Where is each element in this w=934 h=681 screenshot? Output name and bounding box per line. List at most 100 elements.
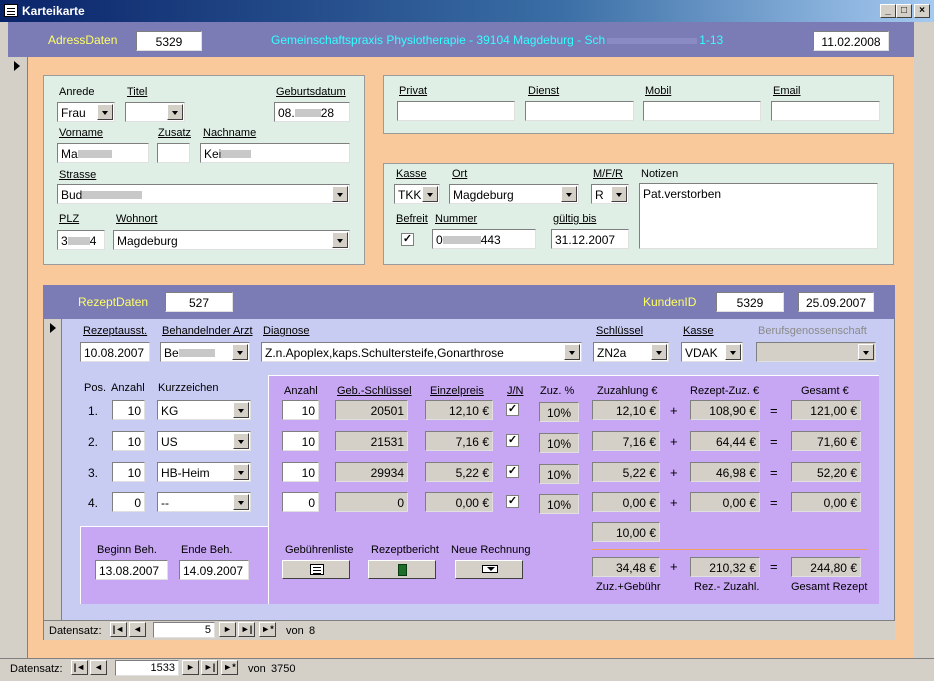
dienst-phone-field[interactable] (525, 101, 634, 121)
pos-anzahl-field[interactable]: 10 (112, 431, 145, 451)
pos-kurzzeichen-combo[interactable]: HB-Heim (157, 462, 251, 482)
record-selector[interactable] (8, 57, 28, 658)
calc-zuz-field[interactable]: 10% (539, 433, 579, 453)
email-field[interactable] (771, 101, 880, 121)
calc-gesamt-field[interactable]: 71,60 € (791, 431, 861, 451)
diagnose-combo[interactable]: Z.n.Apoplex,kaps.Schultersteife,Gonarthr… (261, 342, 582, 362)
calc-zuzahlung-field[interactable]: 7,16 € (592, 431, 660, 451)
chevron-down-icon[interactable] (233, 464, 249, 480)
calc-zuzahlung-field[interactable]: 5,22 € (592, 462, 660, 482)
mobil-phone-field[interactable] (643, 101, 761, 121)
calc-einzel-field[interactable]: 0,00 € (425, 492, 493, 512)
chevron-down-icon[interactable] (651, 344, 667, 360)
pos-kurzzeichen-combo[interactable]: KG (157, 400, 251, 420)
minimize-button[interactable]: _ (880, 4, 896, 18)
calc-geb-field[interactable]: 20501 (335, 400, 408, 420)
calc-zuzahlung-field[interactable]: 0,00 € (592, 492, 660, 512)
calc-zuzahlung-field[interactable]: 12,10 € (592, 400, 660, 420)
chevron-down-icon[interactable] (611, 186, 627, 202)
chevron-down-icon[interactable] (167, 104, 183, 120)
main-new-record-button[interactable]: ►* (221, 660, 238, 675)
header-date-field[interactable]: 11.02.2008 (813, 31, 889, 51)
befreit-checkbox[interactable]: ✓ (401, 233, 414, 246)
rezeptbericht-button[interactable] (368, 560, 436, 579)
calc-einzel-field[interactable]: 12,10 € (425, 400, 493, 420)
total-gesamt-field[interactable]: 244,80 € (791, 557, 861, 577)
calc-einzel-field[interactable]: 7,16 € (425, 431, 493, 451)
main-next-record-button[interactable]: ► (182, 660, 199, 675)
calc-jn-checkbox[interactable]: ✓ (506, 465, 519, 478)
last-record-button[interactable]: ►| (238, 622, 255, 637)
chevron-down-icon[interactable] (561, 186, 577, 202)
berufsgenossenschaft-combo[interactable] (756, 342, 876, 362)
anrede-combo[interactable]: Frau (57, 102, 115, 122)
first-record-button[interactable]: |◄ (110, 622, 127, 637)
notizen-textarea[interactable]: Pat.verstorben (639, 183, 878, 249)
calc-rezzuz-field[interactable]: 0,00 € (690, 492, 760, 512)
new-record-button[interactable]: ►* (259, 622, 276, 637)
chevron-down-icon[interactable] (858, 344, 874, 360)
address-id-field[interactable]: 5329 (136, 31, 202, 51)
nachname-field[interactable]: Kei (200, 143, 350, 163)
kunden-id-field[interactable]: 5329 (716, 292, 784, 312)
chevron-down-icon[interactable] (564, 344, 580, 360)
pos-kurzzeichen-combo[interactable]: US (157, 431, 251, 451)
zusatz-field[interactable] (157, 143, 190, 163)
chevron-down-icon[interactable] (332, 186, 348, 202)
pos-anzahl-field[interactable]: 0 (112, 492, 145, 512)
main-first-record-button[interactable]: |◄ (71, 660, 88, 675)
strasse-combo[interactable]: Bud (57, 184, 350, 204)
geburtsdatum-field[interactable]: 08. 28 (274, 102, 350, 122)
chevron-down-icon[interactable] (233, 494, 249, 510)
total-zuzahlung-field[interactable]: 34,48 € (592, 557, 660, 577)
plz-field[interactable]: 34 (57, 230, 105, 250)
gebuehr-field[interactable]: 10,00 € (592, 522, 660, 542)
titel-combo[interactable] (125, 102, 185, 122)
main-record-number[interactable]: 1533 (115, 660, 179, 676)
calc-geb-field[interactable]: 29934 (335, 462, 408, 482)
prev-record-button[interactable]: ◄ (129, 622, 146, 637)
mfr-combo[interactable]: R (591, 184, 629, 204)
next-record-button[interactable]: ► (219, 622, 236, 637)
chevron-down-icon[interactable] (332, 232, 348, 248)
chevron-down-icon[interactable] (422, 186, 438, 202)
calc-gesamt-field[interactable]: 121,00 € (791, 400, 861, 420)
pos-kurzzeichen-combo[interactable]: -- (157, 492, 251, 512)
wohnort-combo[interactable]: Magdeburg (113, 230, 350, 250)
calc-jn-checkbox[interactable]: ✓ (506, 434, 519, 447)
chevron-down-icon[interactable] (233, 433, 249, 449)
subform-record-number[interactable]: 5 (153, 622, 215, 638)
calc-zuz-field[interactable]: 10% (539, 494, 579, 514)
calc-rezzuz-field[interactable]: 46,98 € (690, 462, 760, 482)
pos-anzahl-field[interactable]: 10 (112, 462, 145, 482)
chevron-down-icon[interactable] (97, 104, 113, 120)
calc-geb-field[interactable]: 21531 (335, 431, 408, 451)
vorname-field[interactable]: Ma (57, 143, 149, 163)
calc-jn-checkbox[interactable]: ✓ (506, 495, 519, 508)
calc-anzahl-field[interactable]: 10 (282, 431, 319, 451)
versicherungsnummer-field[interactable]: 0 443 (432, 229, 536, 249)
kunden-date-field[interactable]: 25.09.2007 (798, 292, 874, 312)
maximize-button[interactable]: □ (896, 4, 912, 18)
neue-rechnung-button[interactable] (455, 560, 523, 579)
gebuehrenliste-button[interactable] (282, 560, 350, 579)
calc-rezzuz-field[interactable]: 64,44 € (690, 431, 760, 451)
main-last-record-button[interactable]: ►| (201, 660, 218, 675)
calc-einzel-field[interactable]: 5,22 € (425, 462, 493, 482)
calc-anzahl-field[interactable]: 10 (282, 400, 319, 420)
rezept-kasse-combo[interactable]: VDAK (681, 342, 743, 362)
calc-geb-field[interactable]: 0 (335, 492, 408, 512)
gueltig-bis-field[interactable]: 31.12.2007 (551, 229, 629, 249)
chevron-down-icon[interactable] (233, 402, 249, 418)
main-prev-record-button[interactable]: ◄ (90, 660, 107, 675)
calc-anzahl-field[interactable]: 0 (282, 492, 319, 512)
rezept-id-field[interactable]: 527 (165, 292, 233, 312)
calc-zuz-field[interactable]: 10% (539, 464, 579, 484)
ende-date-field[interactable]: 14.09.2007 (179, 560, 249, 580)
pos-anzahl-field[interactable]: 10 (112, 400, 145, 420)
ausst-date-field[interactable]: 10.08.2007 (80, 342, 150, 362)
privat-phone-field[interactable] (397, 101, 515, 121)
arzt-combo[interactable]: Be (160, 342, 250, 362)
calc-zuz-field[interactable]: 10% (539, 402, 579, 422)
calc-rezzuz-field[interactable]: 108,90 € (690, 400, 760, 420)
